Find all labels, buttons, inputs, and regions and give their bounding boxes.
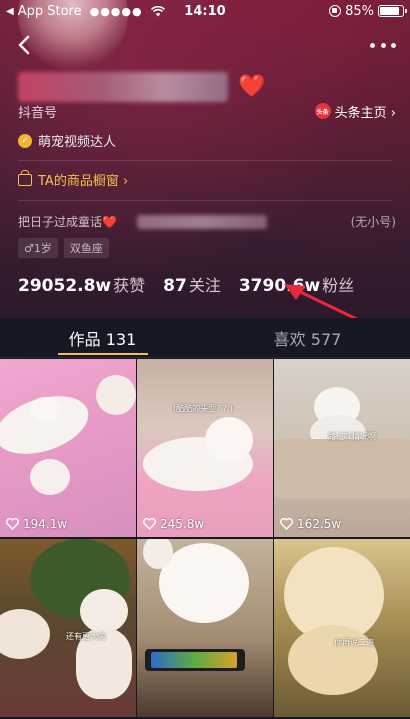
shop-window-link[interactable]: TA的商品橱窗 › <box>18 169 129 189</box>
shopping-bag-icon <box>18 169 32 186</box>
battery-fill <box>380 7 399 15</box>
tag-gender-age: ♂1岁 <box>18 238 58 258</box>
nickname-heart-emoji: ❤️ <box>238 74 266 99</box>
status-bar: ◀ App Store ●●●●● 14:10 85% <box>0 0 410 22</box>
battery-icon <box>378 5 407 17</box>
video-thumbnail[interactable]: 194.1w <box>0 359 136 537</box>
rotation-lock-icon <box>329 5 342 17</box>
verified-badge-row: 萌宠视频达人 <box>18 131 116 150</box>
heart-outline-icon <box>6 518 19 530</box>
toutiao-link-label: 头条主页 › <box>334 105 396 121</box>
stat-following-label: 关注 <box>188 276 221 295</box>
profile-header-background <box>0 0 410 318</box>
cat-figure <box>0 609 50 659</box>
phone-screen <box>151 652 237 668</box>
back-button[interactable] <box>12 33 36 57</box>
bio-redacted <box>136 214 267 229</box>
nickname-redacted <box>18 72 228 102</box>
nickname-row: ❤️ <box>18 72 265 102</box>
divider <box>18 200 392 201</box>
video-caption: (酷酷的头型? ? ) <box>173 404 233 413</box>
video-likes-count: 245.8w <box>160 517 205 531</box>
video-caption: 你再说二遍 <box>334 638 374 647</box>
chevron-left-icon <box>18 35 30 55</box>
sofa <box>274 439 410 499</box>
video-thumbnail[interactable]: 你再说二遍 <box>274 539 410 717</box>
video-thumbnail[interactable]: 还有更大的 <box>0 539 136 717</box>
bio-row: 把日子过成童话❤️ (无小号) <box>18 213 396 230</box>
toutiao-icon: 头条 <box>314 103 331 119</box>
signal-icon: ●●●●● <box>89 4 143 18</box>
video-thumbnail[interactable]: 路过咪情况啊 162.5w <box>274 359 410 537</box>
shop-window-label: TA的商品橱窗 › <box>38 174 129 189</box>
tab-works[interactable]: 作品 131 <box>0 318 205 357</box>
video-likes-count: 162.5w <box>297 517 342 531</box>
bio-alt-account: (无小号) <box>350 215 396 229</box>
content-tabs: 作品 131 喜欢 577 <box>0 318 410 358</box>
battery-percent: 85% <box>345 3 374 19</box>
video-likes: 245.8w <box>143 517 204 531</box>
more-dots-icon <box>370 42 375 48</box>
more-dot <box>391 42 396 48</box>
video-caption: 路过咪情况啊 <box>328 432 376 441</box>
video-likes: 162.5w <box>280 517 341 531</box>
verified-badge-icon <box>18 133 32 148</box>
video-thumbnail[interactable]: (酷酷的头型? ? ) 245.8w <box>137 359 273 537</box>
cat-figure <box>96 375 136 415</box>
more-dot <box>380 42 386 48</box>
tab-likes[interactable]: 喜欢 577 <box>205 318 410 357</box>
video-caption: 还有更大的 <box>66 632 106 641</box>
phone <box>145 649 245 671</box>
more-options-button[interactable] <box>370 36 396 54</box>
stat-likes-label: 获赞 <box>113 276 146 295</box>
cat-head <box>205 417 253 463</box>
tag-zodiac: 双鱼座 <box>63 238 109 258</box>
douyin-id-row: 抖音号 头条 头条主页 › <box>18 100 396 122</box>
video-thumbnail[interactable] <box>137 539 273 717</box>
video-likes: 194.1w <box>6 517 67 531</box>
verified-badge-label: 萌宠视频达人 <box>38 135 117 150</box>
stat-following-number: 87 <box>163 276 187 296</box>
heart-outline-icon <box>280 518 293 530</box>
cat-head <box>80 589 128 633</box>
wifi-icon <box>150 5 165 16</box>
back-to-app-icon[interactable]: ◀ <box>6 6 14 17</box>
stat-likes: 29052.8w 获赞 <box>18 272 145 296</box>
heart-outline-icon <box>143 518 156 530</box>
stat-following[interactable]: 87 关注 <box>163 272 221 296</box>
toutiao-homepage-link[interactable]: 头条 头条主页 › <box>314 102 396 121</box>
cat-head <box>30 397 60 421</box>
back-app-label[interactable]: App Store <box>18 4 82 19</box>
bio-text: 把日子过成童话❤️ <box>18 215 117 229</box>
video-likes-count: 194.1w <box>23 517 68 531</box>
douyin-id-label: 抖音号 <box>18 105 58 121</box>
cat-body <box>288 625 378 695</box>
stat-likes-number: 29052.8w <box>18 276 112 296</box>
video-grid: 194.1w (酷酷的头型? ? ) 245.8w 路过咪情况啊 162.5w … <box>0 359 410 717</box>
cat-paw <box>30 459 70 495</box>
divider <box>18 160 392 161</box>
profile-tags: ♂1岁 双鱼座 <box>18 238 109 258</box>
